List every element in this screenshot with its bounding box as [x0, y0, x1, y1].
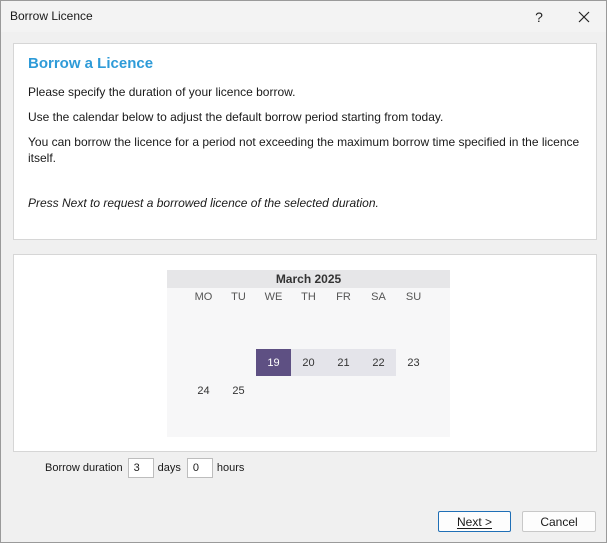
help-icon: ?: [535, 8, 543, 25]
calendar-month-label: March 2025: [275, 272, 342, 286]
weekday-label: TU: [231, 291, 246, 303]
calendar-day[interactable]: 21: [326, 349, 361, 376]
calendar-day-selected[interactable]: 19: [256, 349, 291, 376]
instructions-panel: Borrow a Licence Please specify the dura…: [13, 43, 597, 240]
calendar-day[interactable]: 23: [396, 349, 431, 376]
weekday-label: MO: [194, 291, 213, 303]
page-title: Borrow a Licence: [28, 55, 154, 72]
calendar-header: March 2025: [167, 270, 450, 288]
weekday-label: FR: [336, 291, 351, 303]
weekday-label: SU: [405, 291, 422, 303]
hours-field[interactable]: 0: [186, 458, 213, 478]
calendar[interactable]: March 2025 MO TU WE TH FR SA SU 19 20 21…: [167, 270, 450, 437]
calendar-day[interactable]: 24: [186, 377, 221, 404]
weekday-label: TH: [301, 291, 316, 303]
next-button[interactable]: Next >: [438, 511, 511, 532]
instruction-text-1: Please specify the duration of your lice…: [28, 85, 296, 99]
borrow-duration-row: Borrow duration 3 days 0 hours: [45, 458, 244, 478]
calendar-day[interactable]: 20: [291, 349, 326, 376]
close-button[interactable]: [564, 1, 604, 32]
weekday-label: WE: [264, 291, 283, 303]
cancel-button-label: Cancel: [540, 514, 578, 529]
next-button-label: Next >: [456, 514, 492, 529]
instruction-text-2: Use the calendar below to adjust the def…: [28, 110, 444, 124]
hours-label: hours: [216, 462, 245, 474]
borrow-licence-dialog: Borrow Licence ? Borrow a Licence Please…: [0, 0, 607, 543]
cancel-button[interactable]: Cancel: [522, 511, 596, 532]
weekday-label: SA: [371, 291, 386, 303]
borrow-duration-label: Borrow duration: [45, 462, 123, 474]
calendar-day[interactable]: 25: [221, 377, 256, 404]
days-label: days: [157, 462, 181, 474]
help-button[interactable]: ?: [522, 1, 556, 32]
close-icon: [578, 11, 590, 22]
calendar-panel: March 2025 MO TU WE TH FR SA SU 19 20 21…: [13, 254, 597, 452]
instruction-text-3: You can borrow the licence for a period …: [28, 135, 580, 165]
days-field[interactable]: 3: [127, 458, 154, 478]
calendar-day[interactable]: 22: [361, 349, 396, 376]
title-bar: Borrow Licence ?: [1, 1, 606, 32]
instruction-text-next: Press Next to request a borrowed licence…: [28, 196, 379, 210]
window-title: Borrow Licence: [10, 9, 93, 23]
